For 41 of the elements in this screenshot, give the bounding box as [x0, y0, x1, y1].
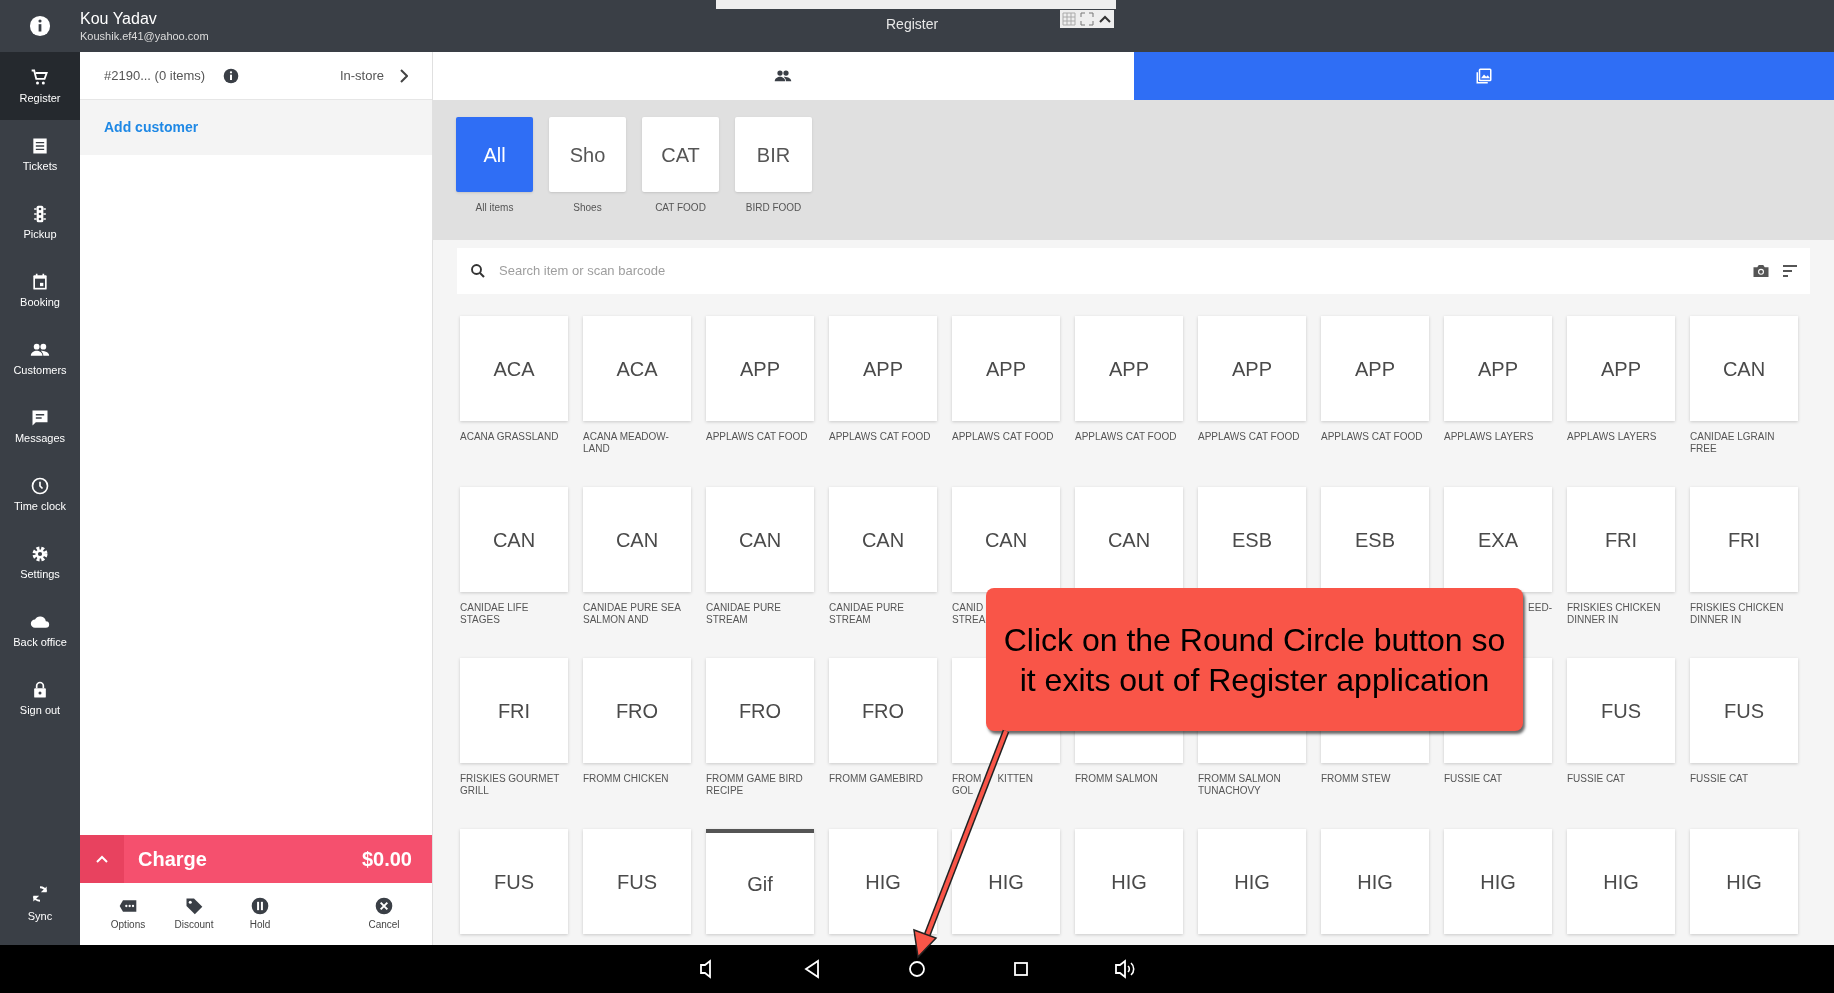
category-label: All items [475, 201, 514, 215]
category-label: CAT FOOD [655, 201, 706, 215]
item-label: GOL [952, 785, 974, 797]
item-label: CANID STREA [952, 602, 984, 626]
category-label: Shoes [573, 201, 602, 215]
user-email: Koushik.ef41@yahoo.com [80, 29, 209, 43]
item-label: CANIDAE PURE STREAM [706, 602, 782, 626]
item-label: APPLAWS LAYERS [1567, 431, 1658, 443]
item-label: CANIDAE PURE STREAM [829, 602, 905, 626]
item-label: FROMM SALMON TUNACHOVY [1198, 773, 1282, 797]
item-label: KITTEN [997, 773, 1033, 785]
item-label: CANIDAE LIFE STAGES [460, 602, 530, 626]
item-label: CANIDAE PURE SEA SALMON AND [583, 602, 682, 626]
item-label: FROMM STEW [1321, 773, 1392, 785]
item-label: FUSSIE CAT [1444, 773, 1504, 785]
item-label: FROMM SALMON [1075, 773, 1159, 785]
item-label: FROMM GAMEBIRD [829, 773, 924, 785]
item-label: CANIDAE LGRAIN FREE [1690, 431, 1776, 455]
item-label: APPLAWS CAT FOOD [952, 431, 1055, 443]
window-title: Register [886, 15, 939, 34]
item-label: APPLAWS CAT FOOD [1198, 431, 1301, 443]
ticket-number: #2190... (0 items) [104, 66, 206, 85]
item-label: EED- [1528, 602, 1552, 614]
item-label: FRISKIES CHICKEN DINNER IN [1567, 602, 1662, 626]
item-label: ACANA GRASSLAND [460, 431, 560, 443]
item-label: APPLAWS CAT FOOD [1075, 431, 1178, 443]
item-label: FUSSIE CAT [1690, 773, 1750, 785]
item-label: FROM [952, 773, 982, 785]
item-label: APPLAWS CAT FOOD [706, 431, 809, 443]
item-label: APPLAWS CAT FOOD [829, 431, 932, 443]
category-label: BIRD FOOD [745, 201, 802, 215]
item-label: APPLAWS CAT FOOD [1321, 431, 1424, 443]
item-label: ACANA MEADOW-LAND [583, 431, 670, 455]
item-label: FUSSIE CAT [1567, 773, 1627, 785]
item-label: APPLAWS LAYERS [1444, 431, 1535, 443]
item-label: FRISKIES CHICKEN DINNER IN [1690, 602, 1785, 626]
user-name: Kou Yadav [80, 9, 158, 29]
callout-tooltip: Click on the Round Circle button so it exits out of Register application [986, 588, 1523, 731]
item-label: FROMM GAME BIRD RECIPE [706, 773, 804, 797]
item-label: FROMM CHICKEN [583, 773, 670, 785]
item-label: FRISKIES GOURMET GRILL [460, 773, 561, 797]
